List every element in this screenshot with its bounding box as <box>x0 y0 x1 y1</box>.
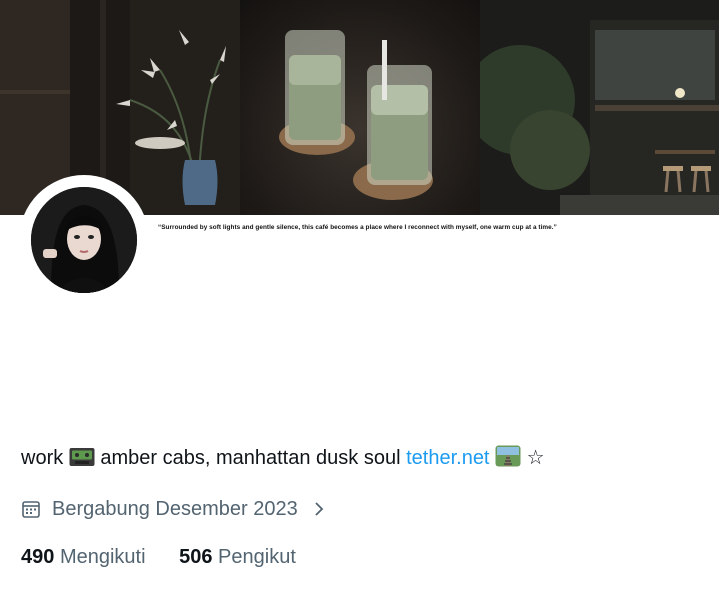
followers-stat[interactable]: 506 Pengikut <box>179 546 296 569</box>
avatar[interactable] <box>31 187 137 293</box>
banner-photo-flowers <box>0 0 240 215</box>
bio-text-2: amber cabs, manhattan dusk soul <box>100 447 401 469</box>
banner-photo-matcha <box>240 0 480 215</box>
profile-bio: work amber cabs, manhattan dusk soul tet… <box>21 445 545 473</box>
following-stat[interactable]: 490 Mengikuti <box>21 546 146 569</box>
bio-text: work <box>21 447 64 469</box>
followers-label: Pengikut <box>218 546 296 568</box>
joined-date: Bergabung Desember 2023 <box>21 496 326 522</box>
cassette-emoji <box>69 447 95 473</box>
follow-stats: 490 Mengikuti 506 Pengikut <box>21 546 296 569</box>
following-label: Mengikuti <box>59 546 146 568</box>
banner-caption: “Surrounded by soft lights and gentle si… <box>158 224 557 231</box>
following-count: 490 <box>21 546 55 568</box>
joined-label: Bergabung Desember 2023 <box>52 497 298 520</box>
followers-count: 506 <box>179 546 213 568</box>
calendar-icon <box>22 501 40 518</box>
railway-track-emoji <box>495 445 521 473</box>
bio-link[interactable]: tether.net <box>406 447 489 469</box>
banner-photo-cafe <box>480 0 719 215</box>
bio-star: ☆ <box>526 447 545 469</box>
chevron-right-icon[interactable] <box>312 502 326 516</box>
